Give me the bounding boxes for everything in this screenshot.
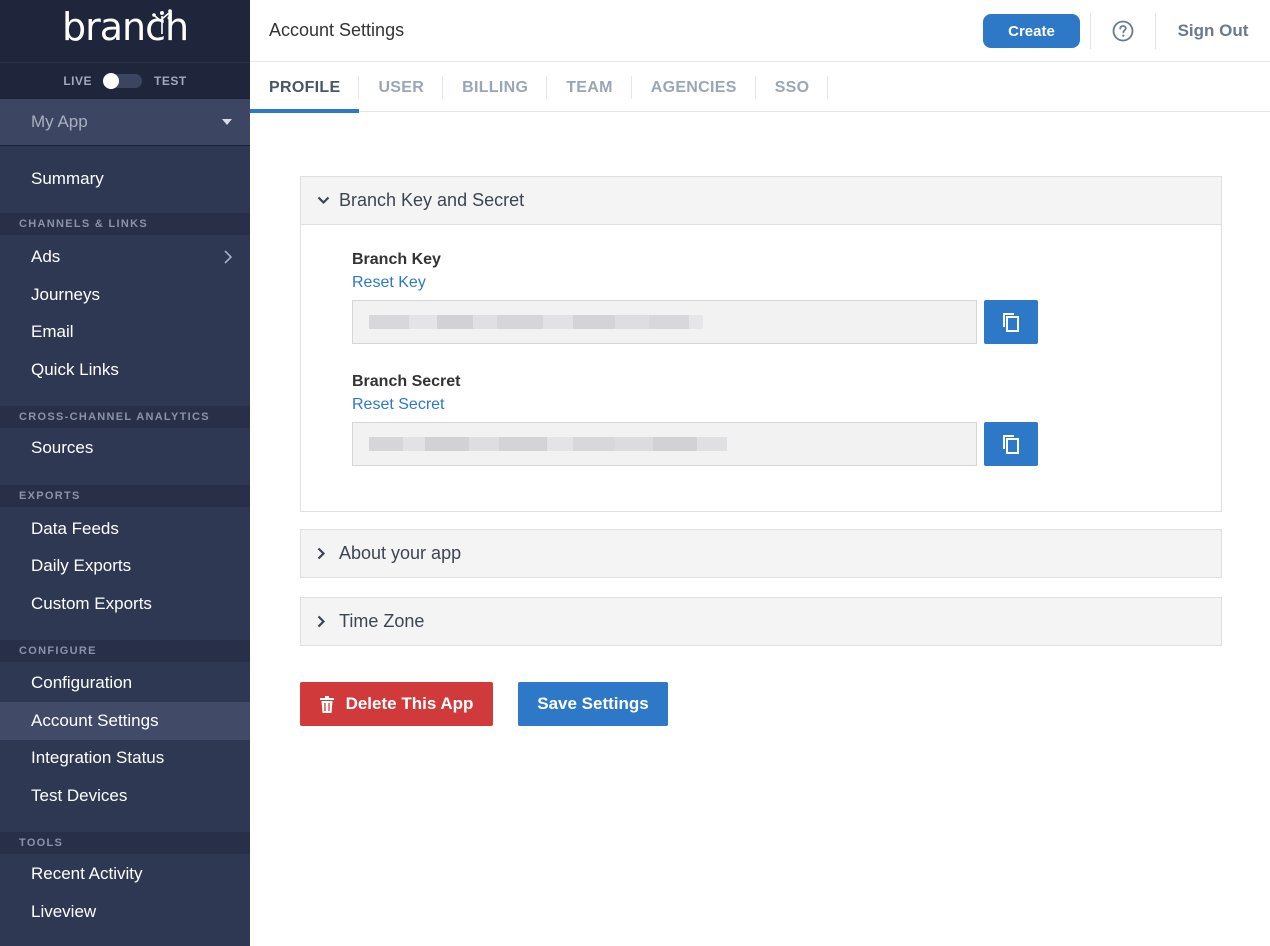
tab-team[interactable]: TEAM	[547, 63, 632, 112]
sidebar-item-label: Quick Links	[31, 359, 119, 379]
sidebar-item-liveview[interactable]: Liveview	[0, 893, 250, 931]
help-icon[interactable]	[1091, 20, 1155, 42]
sidebar-item-label: Daily Exports	[31, 556, 132, 576]
redacted-value	[369, 437, 727, 451]
tab-agencies[interactable]: AGENCIES	[632, 63, 756, 112]
reset-secret-link[interactable]: Reset Secret	[352, 396, 1221, 414]
sidebar-item-sources[interactable]: Sources	[0, 430, 250, 468]
copy-key-button[interactable]	[984, 300, 1038, 344]
sidebar-item-label: Integration Status	[31, 748, 165, 768]
caret-down-icon	[222, 119, 232, 125]
env-toggle[interactable]: LIVE TEST	[0, 62, 250, 98]
chevron-right-icon	[317, 547, 339, 560]
sidebar-item-account-settings[interactable]: Account Settings	[0, 702, 250, 740]
sidebar-item-label: Test Devices	[31, 785, 128, 805]
time-zone-panel: Time Zone	[300, 597, 1222, 646]
about-app-panel-header[interactable]: About your app	[301, 530, 1221, 577]
sidebar-item-journeys[interactable]: Journeys	[0, 276, 250, 314]
sidebar-item-label: Liveview	[31, 901, 97, 921]
trash-icon	[319, 695, 334, 713]
sidebar-item-label: Journeys	[31, 284, 100, 304]
sidebar-item-label: Email	[31, 322, 74, 342]
copy-icon	[1003, 312, 1019, 332]
key-secret-panel: Branch Key and Secret Branch Key Reset K…	[300, 176, 1222, 512]
chevron-right-icon	[224, 250, 232, 264]
tab-billing[interactable]: BILLING	[443, 63, 548, 112]
sidebar-item-configuration[interactable]: Configuration	[0, 665, 250, 703]
copy-icon	[1003, 434, 1019, 454]
section-cross-channel-analytics: CROSS-CHANNEL ANALYTICS	[0, 405, 250, 428]
live-label: LIVE	[63, 73, 92, 88]
app-selector[interactable]: My App	[0, 98, 250, 146]
sidebar-item-label: Recent Activity	[31, 864, 143, 884]
branch-secret-label: Branch Secret	[352, 373, 461, 390]
panel-title: About your app	[339, 543, 462, 563]
sidebar-item-daily-exports[interactable]: Daily Exports	[0, 548, 250, 586]
panel-title: Branch Key and Secret	[339, 190, 525, 210]
tab-profile[interactable]: PROFILE	[250, 63, 360, 113]
section-configure: CONFIGURE	[0, 639, 250, 662]
save-settings-button[interactable]: Save Settings	[518, 682, 668, 726]
test-label: TEST	[154, 73, 187, 88]
about-app-panel: About your app	[300, 529, 1222, 578]
branch-key-label: Branch Key	[352, 251, 441, 268]
section-exports: EXPORTS	[0, 485, 250, 507]
chevron-down-icon	[317, 196, 339, 205]
time-zone-panel-header[interactable]: Time Zone	[301, 598, 1221, 645]
sidebar-item-quick-links[interactable]: Quick Links	[0, 351, 250, 389]
reset-key-link[interactable]: Reset Key	[352, 274, 1221, 292]
key-secret-panel-header[interactable]: Branch Key and Secret	[301, 177, 1221, 224]
top-header: Account Settings Create Sign Out	[250, 0, 1270, 62]
redacted-value	[369, 315, 703, 329]
app-selector-value: My App	[31, 112, 88, 131]
branch-key-field[interactable]	[352, 300, 977, 344]
page-title: Account Settings	[269, 20, 405, 40]
sidebar-item-label: Data Feeds	[31, 518, 119, 538]
tab-sso[interactable]: SSO	[756, 63, 829, 112]
sidebar-item-label: Configuration	[31, 673, 133, 693]
sidebar-item-custom-exports[interactable]: Custom Exports	[0, 585, 250, 623]
tab-user[interactable]: USER	[359, 63, 443, 112]
sidebar-item-ads[interactable]: Ads	[0, 239, 250, 277]
sidebar-item-recent-activity[interactable]: Recent Activity	[0, 856, 250, 894]
sidebar-item-test-devices[interactable]: Test Devices	[0, 777, 250, 815]
logo[interactable]: branch	[0, 0, 250, 62]
sidebar-item-data-feeds[interactable]: Data Feeds	[0, 510, 250, 548]
sprout-icon	[152, 9, 172, 34]
delete-app-button[interactable]: Delete This App	[300, 682, 493, 726]
sign-out-link[interactable]: Sign Out	[1156, 21, 1270, 41]
sidebar-item-email[interactable]: Email	[0, 314, 250, 352]
sidebar-item-label: Sources	[31, 438, 94, 458]
chevron-right-icon	[317, 615, 339, 628]
branch-secret-field[interactable]	[352, 422, 977, 466]
sidebar-item-integration-status[interactable]: Integration Status	[0, 740, 250, 778]
copy-secret-button[interactable]	[984, 422, 1038, 466]
section-channels-links: CHANNELS & LINKS	[0, 212, 250, 235]
sidebar: branch LIVE TEST My App Summary CHANNELS…	[0, 0, 250, 946]
sidebar-item-label: Summary	[31, 168, 104, 188]
settings-tabs: PROFILE USER BILLING TEAM AGENCIES SSO	[250, 63, 1270, 113]
sidebar-item-label: Custom Exports	[31, 593, 152, 613]
sidebar-item-label: Account Settings	[31, 710, 159, 730]
section-tools: TOOLS	[0, 831, 250, 854]
create-button[interactable]: Create	[983, 14, 1080, 48]
env-switch[interactable]	[103, 72, 142, 89]
key-secret-panel-body: Branch Key Reset Key Branch Secret Reset…	[301, 224, 1221, 511]
panel-title: Time Zone	[339, 611, 425, 631]
delete-app-label: Delete This App	[345, 694, 474, 713]
sidebar-item-label: Ads	[31, 247, 61, 267]
sidebar-item-summary[interactable]: Summary	[0, 160, 250, 198]
